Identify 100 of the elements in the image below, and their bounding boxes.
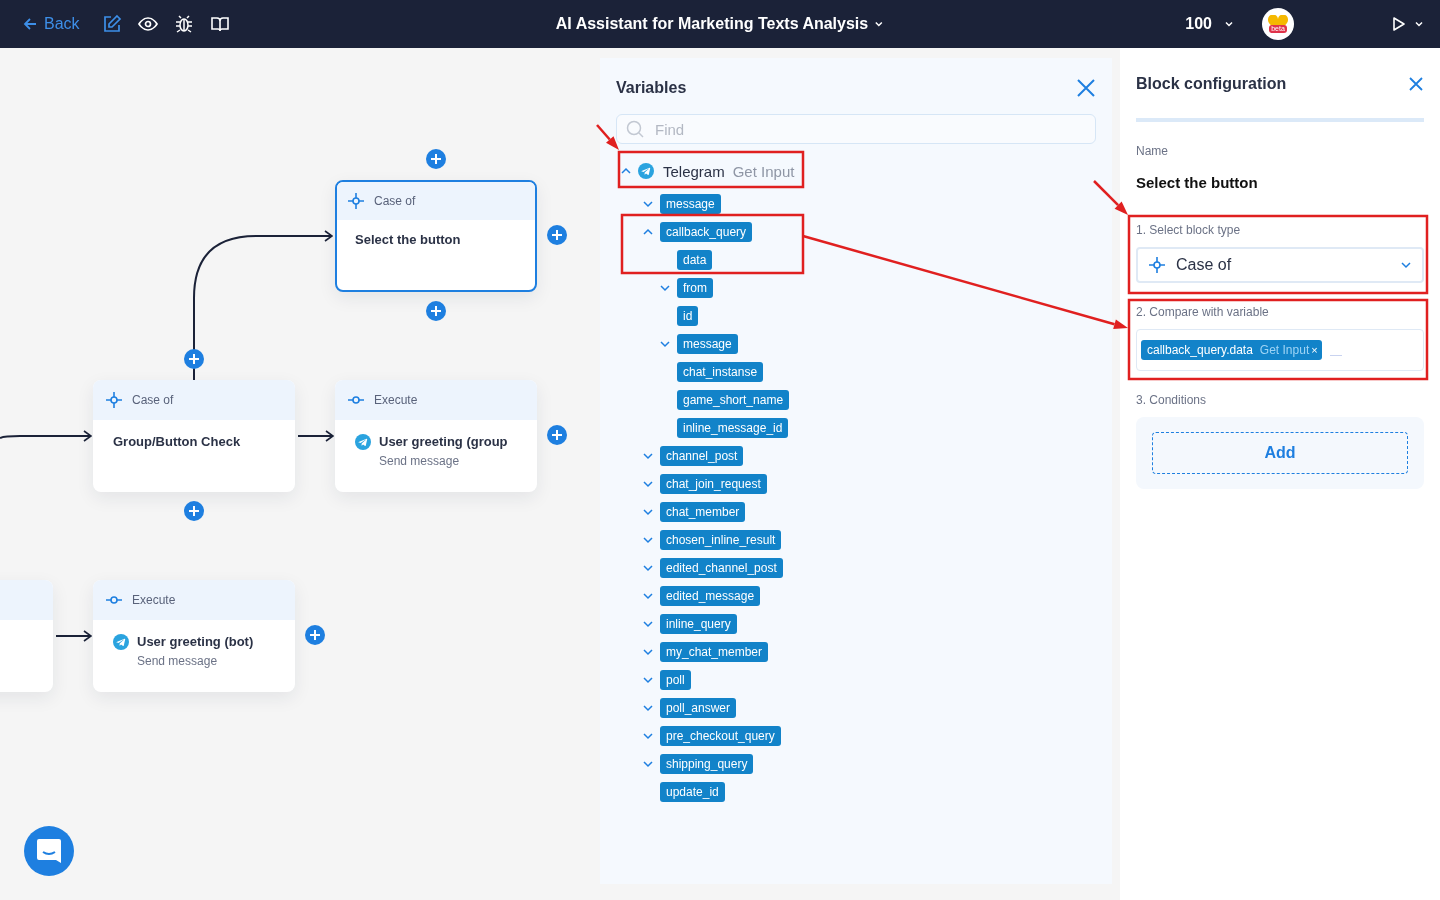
block-name: Select the button — [1136, 174, 1259, 191]
chat-button[interactable] — [24, 826, 74, 876]
variable-chip[interactable]: chosen_inline_result — [660, 530, 782, 550]
field-label: 3. Conditions — [1136, 393, 1208, 407]
flow-node[interactable]: Case of Group/Button Check — [93, 380, 295, 492]
search-icon — [626, 120, 644, 138]
chevron-down-icon — [642, 562, 654, 574]
node-subtitle: Send message — [137, 654, 219, 668]
chevron-down-icon — [642, 506, 654, 518]
close-button[interactable] — [1076, 78, 1096, 98]
telegram-icon — [355, 434, 371, 450]
project-title[interactable]: AI Assistant for Marketing Texts Analysis — [555, 11, 885, 37]
edit-icon — [101, 14, 122, 34]
variable-chip[interactable]: game_short_name — [677, 390, 790, 410]
variable-chip[interactable]: message — [660, 194, 721, 214]
close-icon — [1076, 78, 1096, 98]
node-title: User greeting (group — [379, 434, 508, 449]
variable-chip[interactable]: callback_query — [660, 222, 753, 242]
flow-node[interactable]: Execute User greeting (bot) Send message — [93, 580, 295, 692]
node-type-label: Case of — [374, 194, 416, 208]
bug-icon — [173, 14, 194, 34]
remove-tag-button[interactable]: × — [1311, 344, 1318, 356]
variable-chip[interactable]: pre_checkout_query — [660, 726, 781, 746]
node-title: Group/Button Check — [113, 434, 241, 449]
connector-arrow — [297, 430, 334, 442]
variable-chip[interactable]: update_id — [660, 782, 725, 802]
tag-variable: callback_query.data — [1147, 343, 1253, 357]
chevron-down-icon — [642, 674, 654, 686]
book-icon — [209, 14, 230, 34]
eye-icon — [137, 14, 158, 34]
plus-icon — [431, 306, 441, 316]
chevron-down-icon — [642, 646, 654, 658]
annotation-arrow — [596, 124, 619, 150]
variable-source-name[interactable]: Telegram — [663, 162, 725, 180]
plus-icon — [552, 430, 562, 440]
variable-chip[interactable]: chat_instanse — [677, 362, 764, 382]
node-type-label: Case of — [132, 393, 174, 407]
run-button[interactable] — [1390, 16, 1424, 32]
panel-title: Block configuration — [1136, 75, 1287, 93]
variable-chip[interactable]: edited_message — [660, 586, 761, 606]
field-label: 1. Select block type — [1136, 223, 1242, 237]
block-type-dropdown[interactable]: Case of — [1136, 247, 1424, 283]
add-node-button[interactable] — [426, 301, 446, 321]
node-type-label: Execute — [132, 593, 176, 607]
chevron-down-icon — [642, 618, 654, 630]
chevron-down-icon — [642, 450, 654, 462]
variable-chip[interactable]: my_chat_member — [660, 642, 769, 662]
node-title: User greeting (bot) — [137, 634, 254, 649]
play-icon — [1390, 16, 1406, 32]
close-button[interactable] — [1408, 76, 1424, 92]
variable-chip[interactable]: edited_channel_post — [660, 558, 783, 578]
crosshair-icon — [347, 192, 365, 210]
plus-icon — [189, 354, 199, 364]
variable-chip[interactable]: poll_answer — [660, 698, 737, 718]
chevron-down-icon — [1400, 259, 1412, 271]
telegram-icon — [113, 634, 129, 650]
add-node-button[interactable] — [184, 501, 204, 521]
add-condition-button[interactable]: Add — [1152, 432, 1408, 474]
field-label: 2. Compare with variable — [1136, 305, 1270, 319]
flow-node[interactable]: Case of Select the button — [335, 180, 537, 292]
add-node-button[interactable] — [184, 349, 204, 369]
variable-chip[interactable]: message — [677, 334, 738, 354]
flow-node[interactable]: Execute User greeting (group Send message — [335, 380, 537, 492]
variable-chip[interactable]: inline_query — [660, 614, 737, 634]
back-link[interactable]: Back — [22, 15, 80, 33]
caret-icon — [874, 19, 885, 29]
variable-chip[interactable]: channel_post — [660, 446, 744, 466]
add-node-button[interactable] — [305, 625, 325, 645]
chevron-down-icon — [642, 590, 654, 602]
plus-icon — [552, 230, 562, 240]
annotation-arrow — [1093, 180, 1128, 215]
chevron-down-icon — [659, 282, 671, 294]
variable-input-field[interactable]: callback_query.data Get Input × — [1136, 329, 1424, 371]
close-icon — [1408, 76, 1424, 92]
variable-chip[interactable]: chat_member — [660, 502, 746, 522]
add-node-button[interactable] — [547, 225, 567, 245]
chevron-down-icon — [659, 338, 671, 350]
zoom-dropdown[interactable]: 100 — [1185, 15, 1234, 33]
variable-chip[interactable]: chat_join_request — [660, 474, 767, 494]
variable-chip[interactable]: inline_message_id — [677, 418, 789, 438]
chevron-down-icon — [642, 702, 654, 714]
chevron-down-icon — [642, 534, 654, 546]
chevron-down-icon — [642, 758, 654, 770]
variable-chip[interactable]: data — [677, 250, 713, 270]
field-label: Name — [1136, 144, 1169, 158]
add-node-button[interactable] — [547, 425, 567, 445]
variable-chip[interactable]: id — [677, 306, 699, 326]
crosshair-icon — [1148, 256, 1166, 274]
plus-icon — [431, 154, 441, 164]
node-type-label: Execute — [374, 393, 418, 407]
chevron-down-icon — [642, 198, 654, 210]
variable-chip[interactable]: poll — [660, 670, 691, 690]
variable-chip[interactable]: shipping_query — [660, 754, 754, 774]
variable-chip[interactable]: from — [677, 278, 713, 298]
variable-source-label: Get Input — [732, 162, 795, 180]
add-node-button[interactable] — [426, 149, 446, 169]
search-field[interactable]: Find — [616, 114, 1096, 144]
node-subtitle: Send message — [379, 454, 461, 468]
caret-icon — [1224, 19, 1234, 29]
node-title: Select the button — [355, 232, 461, 247]
